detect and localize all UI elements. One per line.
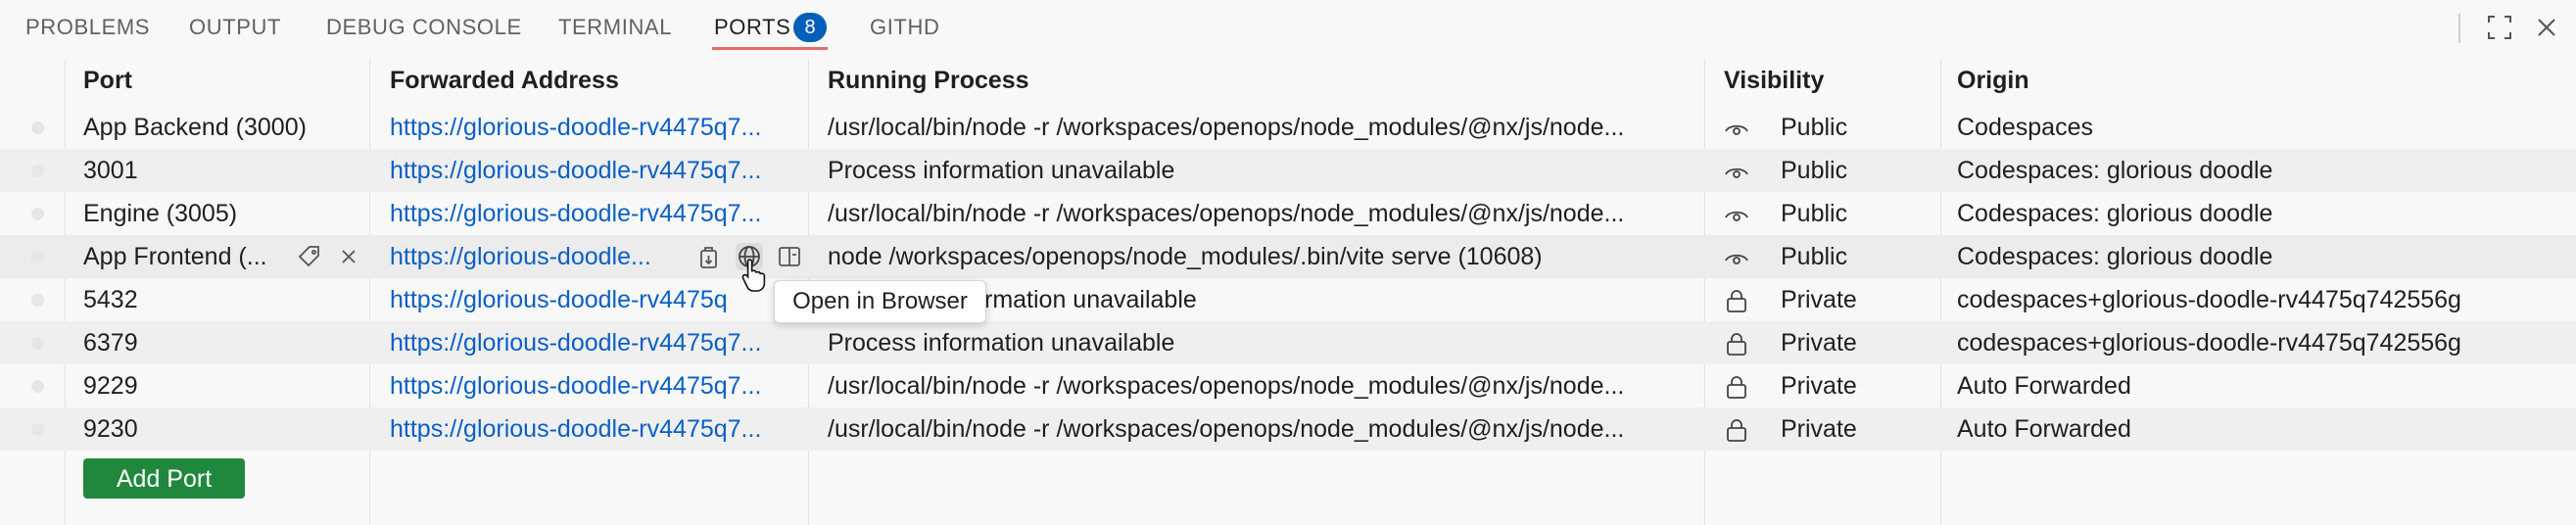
- open-in-browser-tooltip: Open in Browser: [774, 280, 986, 323]
- port-status-dot: [31, 165, 44, 177]
- origin-value: codespaces+glorious-doodle-rv4475q742556…: [1957, 329, 2461, 357]
- port-label: 9229: [83, 372, 138, 400]
- running-process: /usr/local/bin/node -r /workspaces/openo…: [828, 114, 1625, 141]
- port-label: Engine (3005): [83, 200, 238, 227]
- column-header-visibility: Visibility: [1724, 67, 1825, 94]
- visibility-value: Private: [1781, 415, 1857, 443]
- port-row[interactable]: 5432 https://glorious-doodle-rv4475q rma…: [0, 278, 2576, 321]
- port-row[interactable]: 6379 https://glorious-doodle-rv4475q7...…: [0, 321, 2576, 364]
- origin-value: Auto Forwarded: [1957, 415, 2131, 443]
- panel-tab-bar: PROBLEMS OUTPUT DEBUG CONSOLE TERMINAL P…: [0, 0, 2576, 55]
- column-header-process: Running Process: [828, 67, 1029, 94]
- running-process: /usr/local/bin/node -r /workspaces/openo…: [828, 200, 1625, 227]
- tab-terminal[interactable]: TERMINAL: [558, 15, 672, 40]
- running-process: /usr/local/bin/node -r /workspaces/openo…: [828, 372, 1625, 400]
- port-label: 6379: [83, 329, 138, 357]
- visibility-value: Public: [1781, 114, 1848, 141]
- origin-value: Codespaces: glorious doodle: [1957, 157, 2273, 184]
- port-label: App Frontend (...: [83, 243, 267, 270]
- eye-icon: [1724, 245, 1749, 270]
- port-status-dot: [31, 380, 44, 393]
- forwarded-address-link[interactable]: https://glorious-doodle-rv4475q: [390, 278, 772, 321]
- tab-output[interactable]: OUTPUT: [189, 15, 281, 40]
- running-process: node /workspaces/openops/node_modules/.b…: [828, 243, 1543, 270]
- maximize-icon[interactable]: [2484, 12, 2515, 43]
- preview-in-editor-icon[interactable]: [776, 243, 803, 270]
- tab-debug-console[interactable]: DEBUG CONSOLE: [326, 15, 522, 40]
- close-icon[interactable]: [2531, 12, 2562, 43]
- add-port-button[interactable]: Add Port: [83, 458, 245, 499]
- running-process: /usr/local/bin/node -r /workspaces/openo…: [828, 415, 1625, 443]
- ports-count-badge: 8: [793, 13, 827, 42]
- port-status-dot: [31, 121, 44, 134]
- port-row[interactable]: 9230 https://glorious-doodle-rv4475q7...…: [0, 407, 2576, 451]
- port-row[interactable]: 3001 https://glorious-doodle-rv4475q7...…: [0, 149, 2576, 192]
- lock-icon: [1724, 417, 1749, 443]
- port-label: 3001: [83, 157, 138, 184]
- running-process: Process information unavailable: [828, 157, 1175, 184]
- origin-value: Codespaces: glorious doodle: [1957, 243, 2273, 270]
- toolbar-divider: [2458, 14, 2460, 43]
- lock-icon: [1724, 331, 1749, 357]
- port-status-dot: [31, 294, 44, 307]
- tab-problems[interactable]: PROBLEMS: [25, 15, 150, 40]
- origin-value: Codespaces: glorious doodle: [1957, 200, 2273, 227]
- origin-value: Auto Forwarded: [1957, 372, 2131, 400]
- origin-value: Codespaces: [1957, 114, 2093, 141]
- visibility-value: Public: [1781, 243, 1848, 270]
- port-row[interactable]: 9229 https://glorious-doodle-rv4475q7...…: [0, 364, 2576, 407]
- column-header-port: Port: [83, 67, 132, 94]
- port-status-dot: [31, 251, 44, 263]
- close-icon[interactable]: [335, 243, 362, 270]
- port-status-dot: [31, 208, 44, 220]
- visibility-value: Public: [1781, 157, 1848, 184]
- forwarded-address-link[interactable]: https://glorious-doodle-rv4475q7...: [390, 106, 807, 149]
- tab-githd[interactable]: GITHD: [870, 15, 939, 40]
- lock-icon: [1724, 288, 1749, 313]
- forwarded-address-link[interactable]: https://glorious-doodle-rv4475q7...: [390, 321, 807, 364]
- eye-icon: [1724, 159, 1749, 184]
- tab-ports[interactable]: PORTS: [714, 15, 790, 40]
- running-process: Process information unavailable: [828, 329, 1175, 357]
- forwarded-address-link[interactable]: https://glorious-doodle-rv4475q7...: [390, 407, 807, 451]
- forwarded-address-link[interactable]: https://glorious-doodle-rv4475q7...: [390, 364, 807, 407]
- forwarded-address-link[interactable]: https://glorious-doodle-rv4475q7...: [390, 149, 807, 192]
- visibility-value: Private: [1781, 372, 1857, 400]
- lock-icon: [1724, 374, 1749, 400]
- hand-cursor-icon: [740, 257, 770, 292]
- visibility-value: Public: [1781, 200, 1848, 227]
- eye-icon: [1724, 116, 1749, 141]
- forwarded-address-link[interactable]: https://glorious-doodle...: [390, 235, 689, 278]
- port-status-dot: [31, 337, 44, 350]
- port-label: App Backend (3000): [83, 114, 307, 141]
- port-status-dot: [31, 423, 44, 436]
- column-header-address: Forwarded Address: [390, 67, 619, 94]
- port-row[interactable]: App Frontend (... https://glorious-doodl…: [0, 235, 2576, 278]
- port-row[interactable]: Engine (3005) https://glorious-doodle-rv…: [0, 192, 2576, 235]
- forwarded-address-link[interactable]: https://glorious-doodle-rv4475q7...: [390, 192, 807, 235]
- eye-icon: [1724, 202, 1749, 227]
- column-header-origin: Origin: [1957, 67, 2029, 94]
- tag-icon[interactable]: [296, 243, 323, 270]
- visibility-value: Private: [1781, 286, 1857, 313]
- origin-value: codespaces+glorious-doodle-rv4475q742556…: [1957, 286, 2461, 313]
- port-label: 9230: [83, 415, 138, 443]
- port-label: 5432: [83, 286, 138, 313]
- visibility-value: Private: [1781, 329, 1857, 357]
- active-tab-indicator: [712, 47, 828, 50]
- running-process: rmation unavailable: [984, 286, 1197, 313]
- port-row[interactable]: App Backend (3000) https://glorious-dood…: [0, 106, 2576, 149]
- copy-address-icon[interactable]: [695, 243, 723, 270]
